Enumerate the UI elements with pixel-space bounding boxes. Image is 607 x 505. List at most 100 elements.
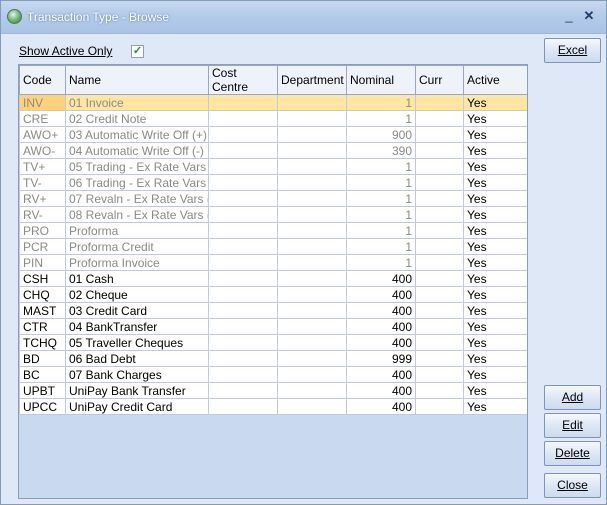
table-row[interactable]: TCHQ 05 Traveller Cheques 400 Yes xyxy=(19,334,527,351)
table-row[interactable]: AWO- 04 Automatic Write Off (-) 390 Yes xyxy=(19,142,527,159)
table-row[interactable]: BC 07 Bank Charges 400 Yes xyxy=(19,366,527,383)
cell-code: RV+ xyxy=(19,190,66,207)
cell-department xyxy=(277,94,347,111)
table-row[interactable]: BD 06 Bad Debt 999 Yes xyxy=(19,350,527,367)
table-row[interactable]: PIN Proforma Invoice 1 Yes xyxy=(19,254,527,271)
close-button[interactable]: Close xyxy=(544,473,601,498)
cell-department xyxy=(277,158,347,175)
table-header-row: Code Name Cost Centre Department Nominal Curr… xyxy=(19,65,527,95)
cell-curr xyxy=(415,366,464,383)
table-row[interactable]: PCR Proforma Credit 1 Yes xyxy=(19,238,527,255)
table-row[interactable]: MAST 03 Credit Card 400 Yes xyxy=(19,302,527,319)
app-globe-icon xyxy=(7,9,22,24)
delete-button[interactable]: Delete xyxy=(544,441,601,466)
cell-curr xyxy=(415,398,464,415)
column-header[interactable]: Curr xyxy=(415,65,464,95)
cell-active: Yes xyxy=(463,302,527,319)
table-row[interactable]: UPBT UniPay Bank Transfer 400 Yes xyxy=(19,382,527,399)
cell-code: AWO- xyxy=(19,142,66,159)
cell-nominal: 1 xyxy=(346,206,416,223)
cell-nominal: 400 xyxy=(346,302,416,319)
cell-cost-centre xyxy=(208,366,278,383)
excel-button[interactable]: Excel xyxy=(544,38,601,63)
column-header[interactable]: Department xyxy=(277,65,347,95)
cell-code: CSH xyxy=(19,270,66,287)
transaction-type-grid[interactable]: Code Name Cost Centre Department Nominal Curr… xyxy=(18,64,528,499)
title-bar[interactable]: Transaction Type - Browse _ ✕ xyxy=(1,1,606,34)
cell-curr xyxy=(415,142,464,159)
column-header[interactable]: Name xyxy=(65,65,209,95)
cell-cost-centre xyxy=(208,94,278,111)
cell-name: 02 Credit Note xyxy=(65,110,209,127)
table-row[interactable]: RV+ 07 Revaln - Ex Rate Vars (1 Yes xyxy=(19,190,527,207)
cell-active: Yes xyxy=(463,222,527,239)
show-active-only-checkbox[interactable]: ✓ xyxy=(131,45,144,58)
table-row[interactable]: UPCC UniPay Credit Card 400 Yes xyxy=(19,398,527,415)
cell-department xyxy=(277,174,347,191)
table-row[interactable]: RV- 08 Revaln - Ex Rate Vars (1 Yes xyxy=(19,206,527,223)
cell-cost-centre xyxy=(208,190,278,207)
cell-department xyxy=(277,142,347,159)
cell-cost-centre xyxy=(208,398,278,415)
cell-name: 05 Traveller Cheques xyxy=(65,334,209,351)
cell-active: Yes xyxy=(463,318,527,335)
cell-name: 04 Automatic Write Off (-) xyxy=(65,142,209,159)
cell-cost-centre xyxy=(208,302,278,319)
table-row[interactable]: CRE 02 Credit Note 1 Yes xyxy=(19,110,527,127)
cell-curr xyxy=(415,334,464,351)
column-header[interactable]: Cost Centre xyxy=(208,65,278,95)
cell-active: Yes xyxy=(463,334,527,351)
cell-cost-centre xyxy=(208,254,278,271)
cell-code: AWO+ xyxy=(19,126,66,143)
cell-cost-centre xyxy=(208,158,278,175)
table-row[interactable]: TV+ 05 Trading - Ex Rate Vars (1 Yes xyxy=(19,158,527,175)
table-row[interactable]: CSH 01 Cash 400 Yes xyxy=(19,270,527,287)
table-row[interactable]: INV 01 Invoice 1 Yes xyxy=(19,94,527,111)
column-header[interactable]: Active xyxy=(463,65,527,95)
table-row[interactable]: CHQ 02 Cheque 400 Yes xyxy=(19,286,527,303)
cell-code: TV+ xyxy=(19,158,66,175)
cell-nominal: 1 xyxy=(346,222,416,239)
cell-active: Yes xyxy=(463,382,527,399)
cell-nominal: 400 xyxy=(346,286,416,303)
cell-curr xyxy=(415,270,464,287)
cell-code: PCR xyxy=(19,238,66,255)
window-title: Transaction Type - Browse xyxy=(27,10,170,24)
cell-code: UPBT xyxy=(19,382,66,399)
cell-cost-centre xyxy=(208,174,278,191)
column-header[interactable]: Nominal xyxy=(346,65,416,95)
table-row[interactable]: CTR 04 BankTransfer 400 Yes xyxy=(19,318,527,335)
cell-cost-centre xyxy=(208,206,278,223)
cell-active: Yes xyxy=(463,270,527,287)
table-row[interactable]: AWO+ 03 Automatic Write Off (+) 900 Yes xyxy=(19,126,527,143)
cell-curr xyxy=(415,222,464,239)
cell-active: Yes xyxy=(463,286,527,303)
cell-nominal: 1 xyxy=(346,174,416,191)
cell-curr xyxy=(415,382,464,399)
cell-name: 01 Invoice xyxy=(65,94,209,111)
cell-code: UPCC xyxy=(19,398,66,415)
edit-button[interactable]: Edit xyxy=(544,413,601,438)
cell-curr xyxy=(415,158,464,175)
cell-active: Yes xyxy=(463,158,527,175)
cell-active: Yes xyxy=(463,366,527,383)
cell-code: TCHQ xyxy=(19,334,66,351)
add-button[interactable]: Add xyxy=(544,385,601,410)
cell-active: Yes xyxy=(463,142,527,159)
cell-cost-centre xyxy=(208,110,278,127)
cell-active: Yes xyxy=(463,254,527,271)
close-window-button[interactable]: ✕ xyxy=(581,8,597,24)
cell-curr xyxy=(415,254,464,271)
cell-code: PRO xyxy=(19,222,66,239)
cell-department xyxy=(277,302,347,319)
cell-curr xyxy=(415,110,464,127)
column-header[interactable]: Code xyxy=(19,65,66,95)
cell-nominal: 400 xyxy=(346,398,416,415)
cell-nominal: 1 xyxy=(346,158,416,175)
table-row[interactable]: PRO Proforma 1 Yes xyxy=(19,222,527,239)
show-active-only-label[interactable]: Show Active Only xyxy=(19,44,112,58)
cell-name: 01 Cash xyxy=(65,270,209,287)
minimize-button[interactable]: _ xyxy=(561,8,577,24)
table-body: INV 01 Invoice 1 Yes CRE 02 Credit Note 1 Yes AW… xyxy=(19,94,527,415)
table-row[interactable]: TV- 06 Trading - Ex Rate Vars (1 Yes xyxy=(19,174,527,191)
